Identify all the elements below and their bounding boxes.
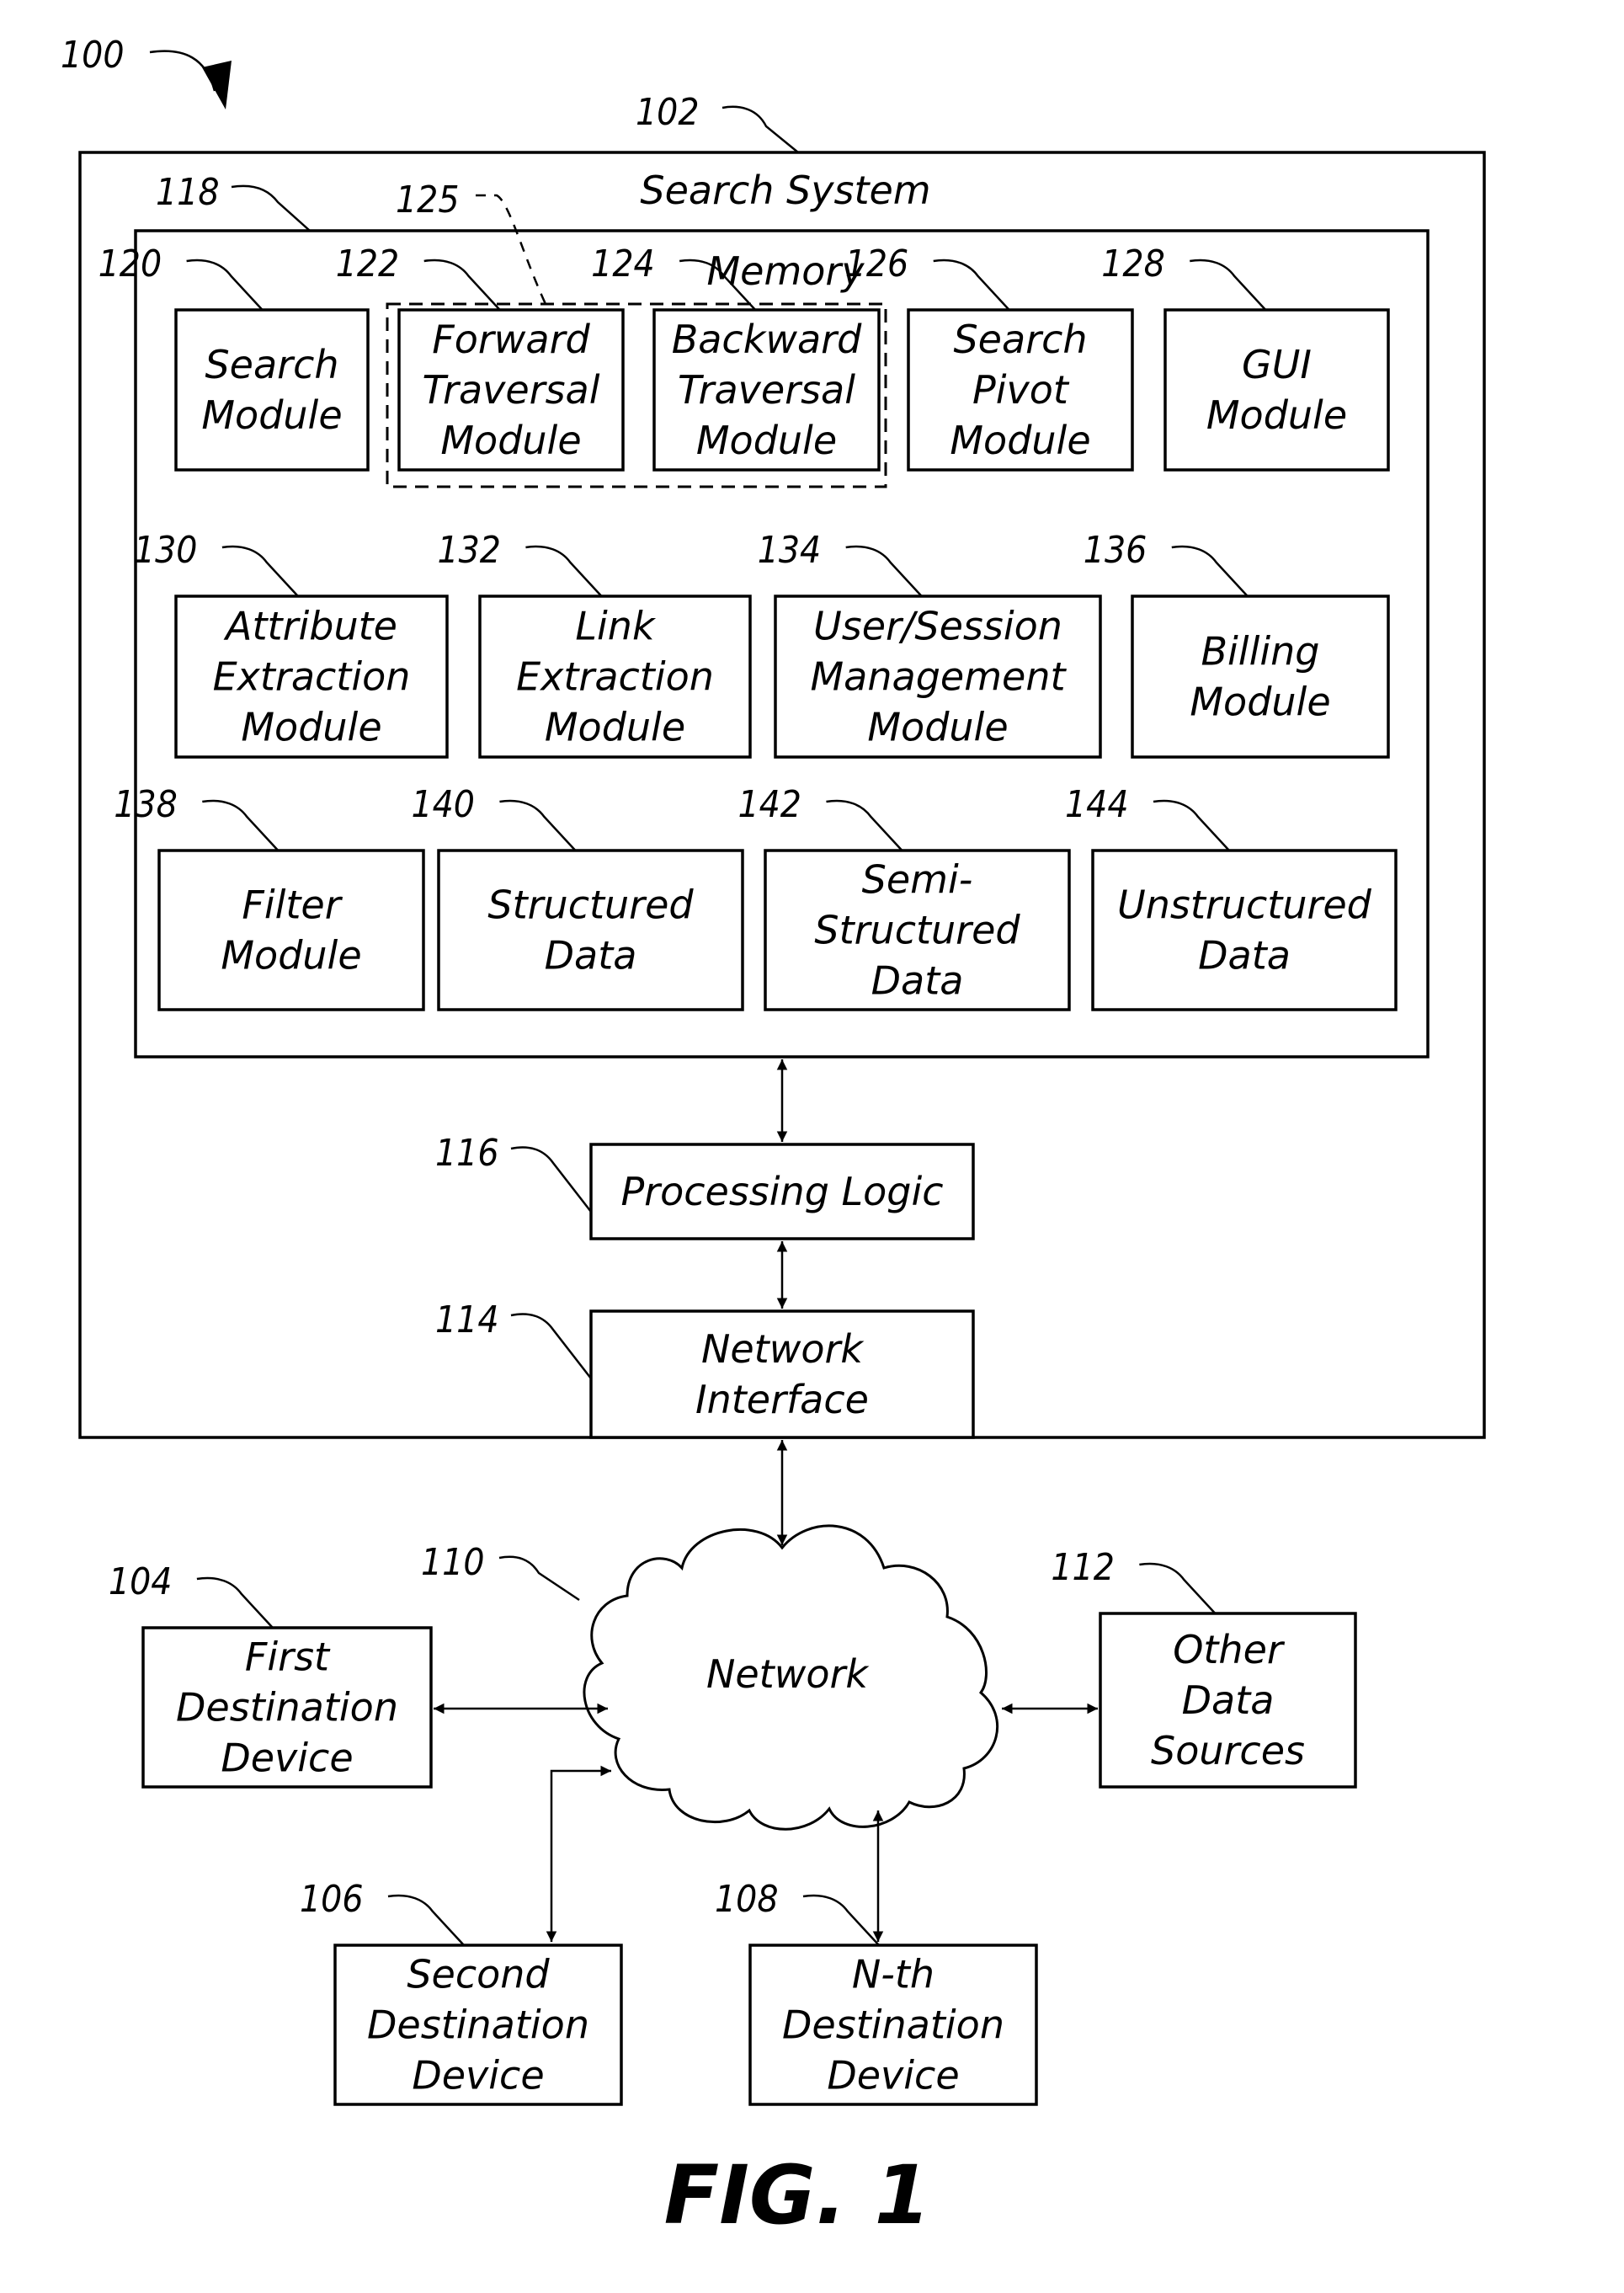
module-132-label-line: Module: [545, 705, 685, 750]
module-144-label-line: Unstructured: [1117, 883, 1372, 928]
module-136-ref: 136: [1084, 529, 1147, 572]
module-140-label-line: Data: [545, 933, 637, 979]
module-140-label-line: Structured: [487, 883, 694, 928]
leader-line: [498, 1555, 580, 1602]
module-122-label-line: Traversal: [423, 367, 600, 413]
module-144-ref: 144: [1065, 783, 1129, 826]
module-134-ref: 134: [758, 529, 822, 572]
network-interface-label-line: Network: [701, 1326, 865, 1372]
network-interface-ref: 114: [435, 1298, 499, 1341]
leader-line: [802, 1894, 880, 1946]
leader-line: [387, 1894, 465, 1946]
module-138-label-line: Module: [221, 933, 361, 979]
module-142-label-line: Structured: [814, 908, 1020, 953]
module-122-ref: 122: [336, 243, 400, 285]
leader-line: [1139, 1562, 1217, 1614]
device-106-label-line: Device: [412, 2053, 544, 2098]
module-130-ref: 130: [134, 529, 198, 572]
module-120-ref: 120: [99, 243, 162, 285]
module-126-label-line: Search: [953, 317, 1087, 362]
module-134-label-line: Management: [810, 654, 1067, 700]
module-120-label-line: Search: [205, 342, 338, 387]
device-104-label-line: Destination: [176, 1685, 398, 1730]
module-124-label-line: Backward: [672, 317, 862, 362]
module-140-ref: 140: [411, 783, 475, 826]
device-112: Other Data Sources 112: [1051, 1546, 1357, 1789]
module-126-label-line: Module: [950, 418, 1090, 463]
network-ref: 110: [421, 1541, 485, 1584]
module-144-label-line: Data: [1198, 933, 1291, 979]
device-106-label-line: Second: [407, 1952, 550, 1997]
module-142-label-line: Data: [871, 958, 964, 1004]
module-128-label-line: GUI: [1242, 342, 1312, 387]
module-124-label-line: Module: [696, 418, 837, 463]
patent-diagram: 100 102 Search System 118 Memory 125 Sea…: [61, 34, 1486, 2242]
module-136-label-line: Billing: [1201, 629, 1319, 675]
module-140-box: [437, 849, 744, 1011]
device-104: First Destination Device 104: [109, 1560, 433, 1789]
module-132-label-line: Link: [575, 604, 657, 649]
figure-ref-100: 100: [61, 34, 232, 109]
module-134-label-line: User/Session: [813, 604, 1062, 649]
device-104-label-line: Device: [221, 1736, 353, 1781]
ref-arrow-head-icon: [202, 61, 232, 109]
module-136-label-line: Module: [1190, 680, 1330, 725]
network-label: Network: [706, 1651, 870, 1697]
ref-label: 100: [61, 34, 125, 77]
module-120-label-line: Module: [201, 392, 342, 438]
module-144-box: [1091, 849, 1398, 1011]
module-126-label-line: Pivot: [972, 367, 1070, 413]
module-128-box: [1163, 308, 1390, 472]
device-108: N-th Destination Device 108: [715, 1878, 1038, 2106]
module-128-label-line: Module: [1206, 392, 1347, 438]
figure-caption: FIG. 1: [664, 2148, 931, 2242]
device-112-label-line: Other: [1173, 1627, 1286, 1672]
search-system-title: Search System: [640, 168, 930, 213]
memory-ref: 118: [156, 171, 220, 214]
network-interface-label-line: Interface: [695, 1377, 869, 1422]
device-108-label-line: N-th: [852, 1952, 934, 1997]
module-130-label-line: Module: [241, 705, 381, 750]
device-106-ref: 106: [300, 1878, 364, 1921]
module-124-ref: 124: [591, 243, 655, 285]
memory-title: Memory: [706, 248, 865, 294]
processing-logic-label-line: Processing Logic: [620, 1169, 943, 1214]
module-132-label-line: Extraction: [516, 654, 714, 700]
module-136-box: [1131, 595, 1390, 759]
module-134-label-line: Module: [867, 705, 1008, 750]
module-122-label-line: Forward: [432, 317, 590, 362]
processing-logic-ref: 116: [435, 1132, 499, 1175]
module-132-ref: 132: [437, 529, 501, 572]
second-device-network-arrow: [546, 1765, 611, 1942]
device-108-label-line: Destination: [782, 2002, 1004, 2048]
device-108-ref: 108: [715, 1878, 779, 1921]
leader-line: [721, 105, 799, 153]
device-104-label-line: First: [245, 1634, 331, 1680]
traversal-group-ref: 125: [396, 179, 460, 221]
device-112-ref: 112: [1051, 1546, 1115, 1589]
module-142-label-line: Semi-: [862, 857, 973, 903]
leader-line: [196, 1576, 274, 1629]
network-cloud: Network 110: [421, 1524, 999, 1831]
module-124-label-line: Traversal: [678, 367, 855, 413]
search-system-ref: 102: [636, 91, 700, 134]
module-142-ref: 142: [737, 783, 801, 826]
module-128-ref: 128: [1101, 243, 1165, 285]
module-138-box: [157, 849, 425, 1011]
device-106-label-line: Destination: [367, 2002, 589, 2048]
module-122-label-line: Module: [440, 418, 581, 463]
device-112-label-line: Sources: [1151, 1728, 1305, 1773]
device-112-label-line: Data: [1182, 1677, 1275, 1723]
device-106: Second Destination Device 106: [300, 1878, 623, 2106]
module-138-label-line: Filter: [242, 883, 343, 928]
module-130-label-line: Extraction: [213, 654, 411, 700]
device-108-label-line: Device: [827, 2053, 959, 2098]
device-104-ref: 104: [109, 1560, 173, 1603]
module-130-label-line: Attribute: [223, 604, 397, 649]
module-120-box: [174, 308, 370, 472]
module-126-ref: 126: [845, 243, 909, 285]
module-138-ref: 138: [114, 783, 178, 826]
